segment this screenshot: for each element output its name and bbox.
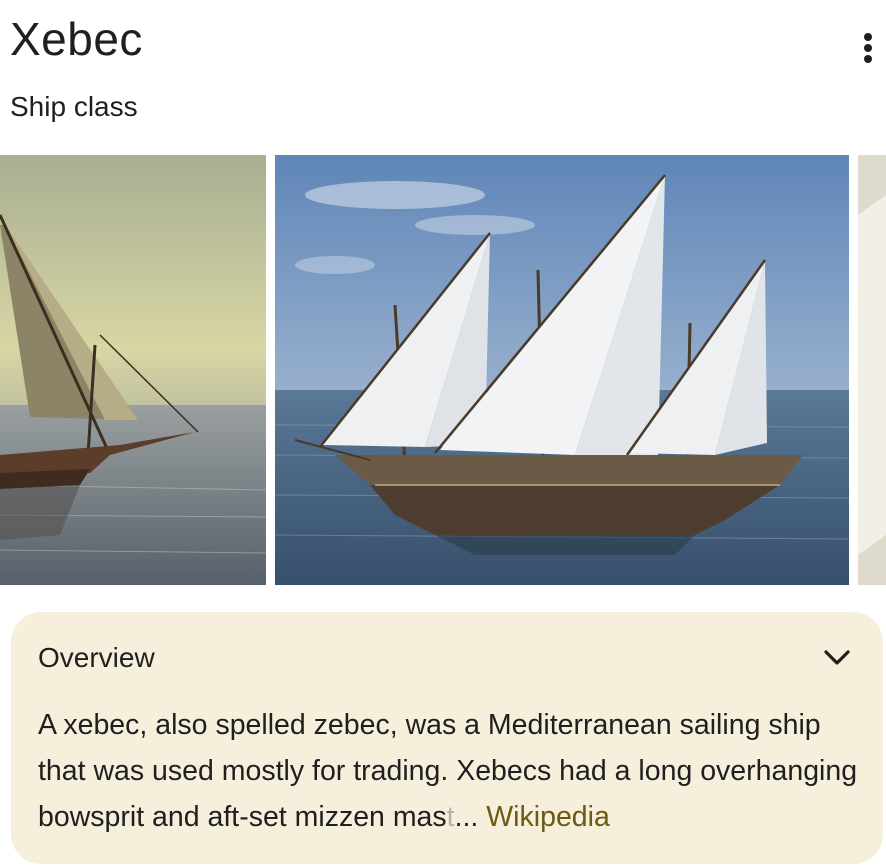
image-gallery[interactable] xyxy=(0,155,886,585)
overview-heading: Overview xyxy=(38,642,155,673)
chevron-down-icon xyxy=(824,650,850,665)
more-options-button[interactable] xyxy=(850,28,886,68)
more-vert-icon xyxy=(864,33,872,63)
gallery-image-2[interactable] xyxy=(275,155,849,585)
gallery-image-3[interactable] xyxy=(858,155,886,585)
page-title: Xebec xyxy=(10,13,143,65)
entity-subtitle: Ship class xyxy=(10,91,138,122)
overview-description: A xebec, also spelled zebec, was a Medit… xyxy=(38,702,868,840)
description-ellipsis: ... xyxy=(454,801,487,833)
gallery-image-1[interactable] xyxy=(0,155,266,585)
overview-card: Overview A xebec, also spelled zebec, wa… xyxy=(11,612,883,864)
expand-overview-button[interactable] xyxy=(821,642,853,674)
wikipedia-source-link[interactable]: Wikipedia xyxy=(486,801,610,833)
description-fade: t xyxy=(446,801,455,833)
